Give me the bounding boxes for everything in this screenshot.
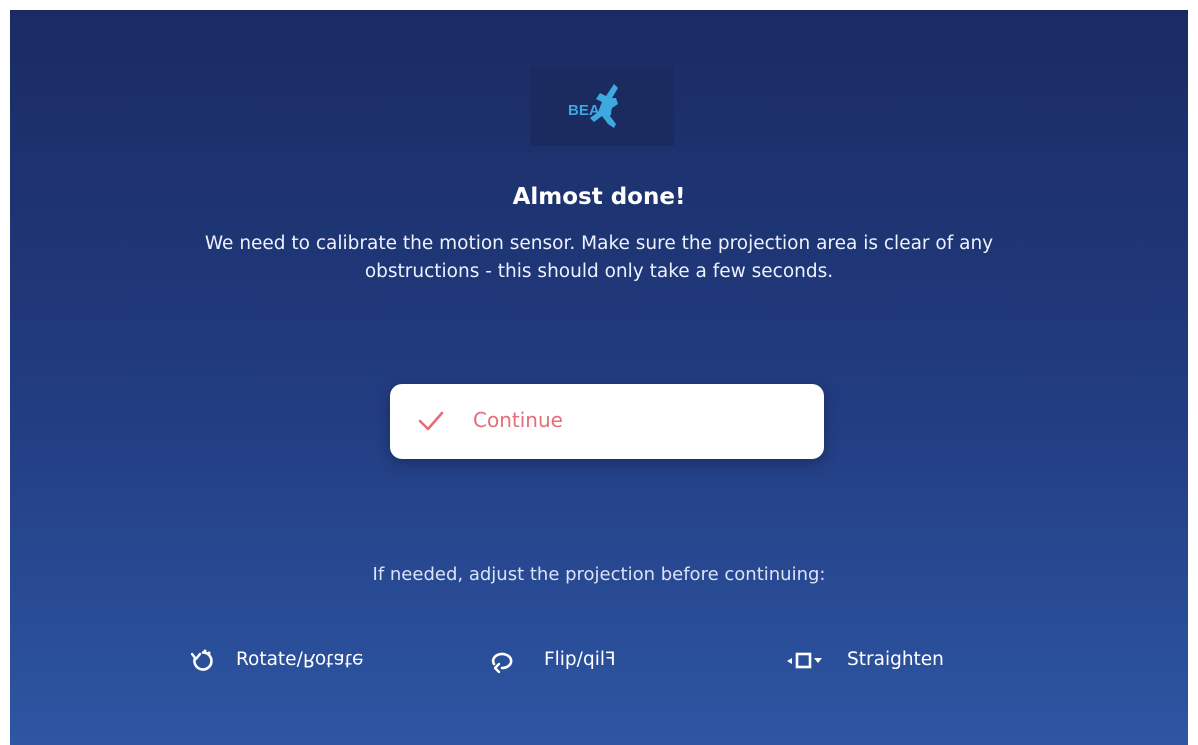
straighten-button[interactable]: Straighten [785,642,985,678]
check-icon [418,411,444,431]
calibration-screen: BEAM Almost done! We need to calibrate t… [10,10,1188,745]
adjust-prompt: If needed, adjust the projection before … [372,564,826,585]
rotate-icon [190,649,213,671]
flip-icon [491,652,513,674]
flip-label-separator: / [576,649,583,670]
flip-button[interactable]: Flip/Flip [488,642,668,678]
straighten-icon [787,652,822,669]
flip-label-mirrored: Flip [582,649,616,670]
logo-text: BEAM [568,102,613,119]
page-description: We need to calibrate the motion sensor. … [204,233,994,282]
page-title: Almost done! [512,184,686,210]
rotate-label-mirrored: Rotate [302,649,364,670]
flip-label: Flip/Flip [544,649,616,670]
continue-label: Continue [473,408,563,432]
flip-label-text: Flip [544,649,577,670]
continue-button[interactable]: Continue [390,384,824,459]
rotate-label-text: Rotate [236,649,297,670]
rotate-label: Rotate/Rotate [236,649,363,670]
beam-logo: BEAM [530,66,674,146]
straighten-label: Straighten [847,649,944,670]
rotate-button[interactable]: Rotate/Rotate [190,642,430,678]
